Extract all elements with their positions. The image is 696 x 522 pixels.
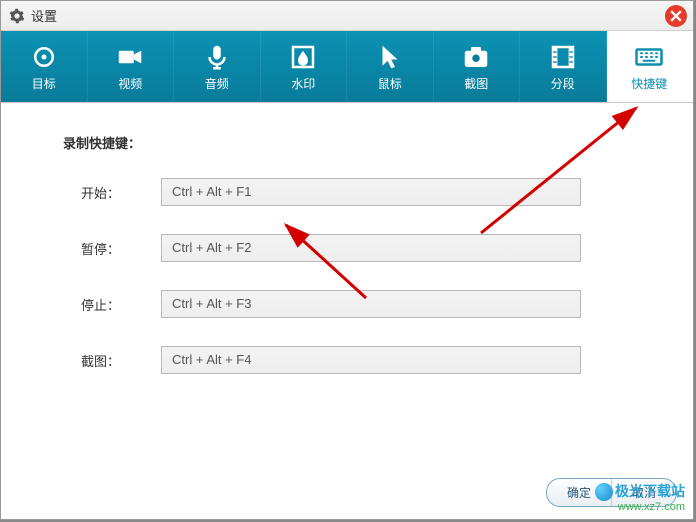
tab-video[interactable]: 视频 [88, 31, 175, 102]
watermark-icon [288, 42, 318, 72]
tab-watermark[interactable]: 水印 [261, 31, 348, 102]
settings-window: 设置 目标 视频 音频 水印 鼠标 截图 [0, 0, 694, 520]
watermark-url: www.xz7.com [595, 501, 685, 513]
target-icon [29, 42, 59, 72]
field-label: 暂停： [51, 239, 161, 258]
watermark: 极光下载站 www.xz7.com [595, 483, 685, 513]
tab-label: 视频 [118, 75, 142, 92]
tab-label: 音频 [205, 75, 229, 92]
field-row-stop: 停止： Ctrl + Alt + F3 [51, 290, 643, 318]
field-row-screenshot: 截图： Ctrl + Alt + F4 [51, 346, 643, 374]
field-label: 停止： [51, 295, 161, 314]
window-title: 设置 [31, 6, 57, 25]
tab-label: 水印 [291, 75, 315, 92]
tab-screenshot[interactable]: 截图 [434, 31, 521, 102]
tab-target[interactable]: 目标 [1, 31, 88, 102]
camera-icon [461, 42, 491, 72]
tab-shortcut[interactable]: 快捷键 [607, 31, 694, 102]
field-row-pause: 暂停： Ctrl + Alt + F2 [51, 234, 643, 262]
close-button[interactable] [665, 5, 687, 27]
content-area: 录制快捷键： 开始： Ctrl + Alt + F1 暂停： Ctrl + Al… [1, 103, 693, 463]
annotation-arrow-icon [471, 93, 671, 243]
watermark-logo-icon [595, 483, 613, 501]
film-icon [548, 42, 578, 72]
shortcut-input-start[interactable]: Ctrl + Alt + F1 [161, 178, 581, 206]
tab-label: 分段 [551, 75, 575, 92]
tab-label: 鼠标 [378, 75, 402, 92]
shortcut-input-screenshot[interactable]: Ctrl + Alt + F4 [161, 346, 581, 374]
keyboard-icon [634, 42, 664, 72]
field-row-start: 开始： Ctrl + Alt + F1 [51, 178, 643, 206]
watermark-text: 极光下载站 [615, 483, 685, 499]
cursor-icon [375, 42, 405, 72]
section-title: 录制快捷键： [63, 133, 643, 152]
field-label: 开始： [51, 183, 161, 202]
tab-label: 截图 [464, 75, 488, 92]
video-icon [115, 42, 145, 72]
shortcut-input-pause[interactable]: Ctrl + Alt + F2 [161, 234, 581, 262]
tab-bar: 目标 视频 音频 水印 鼠标 截图 分段 快捷键 [1, 31, 693, 103]
tab-label: 快捷键 [631, 75, 667, 92]
titlebar: 设置 [1, 1, 693, 31]
gear-icon [9, 8, 25, 24]
tab-segment[interactable]: 分段 [520, 31, 607, 102]
microphone-icon [202, 42, 232, 72]
tab-audio[interactable]: 音频 [174, 31, 261, 102]
tab-label: 目标 [32, 75, 56, 92]
shortcut-input-stop[interactable]: Ctrl + Alt + F3 [161, 290, 581, 318]
field-label: 截图： [51, 351, 161, 370]
tab-mouse[interactable]: 鼠标 [347, 31, 434, 102]
